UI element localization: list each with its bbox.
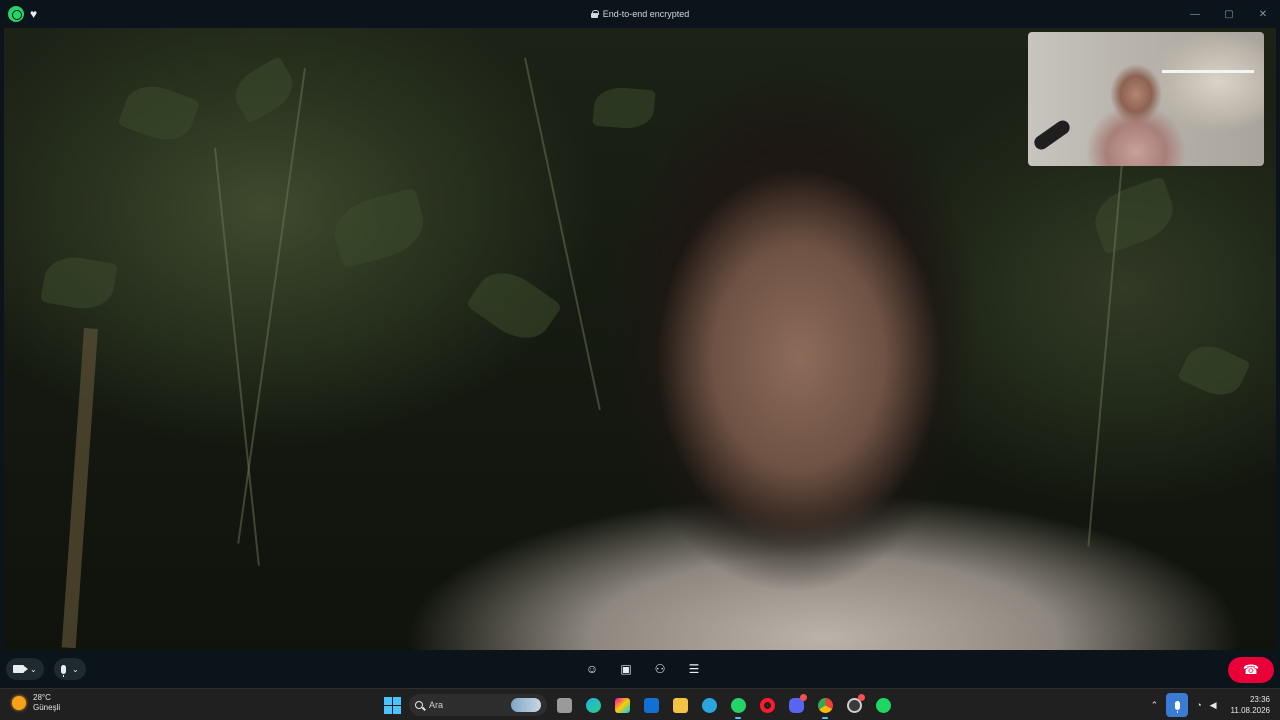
more-options-button[interactable]: ☰ <box>684 658 704 680</box>
settings-icon[interactable] <box>842 693 866 717</box>
camera-toggle-button[interactable] <box>13 658 28 680</box>
spotify-icon[interactable] <box>871 693 895 717</box>
chevron-up-icon[interactable]: ⌃ <box>1151 700 1159 711</box>
microphone-options-button[interactable]: ⌄ <box>72 658 79 680</box>
outlook-icon[interactable] <box>639 693 663 717</box>
encryption-status: End-to-end encrypted <box>0 0 1280 28</box>
remote-video <box>4 28 1276 650</box>
chevron-down-icon: ⌄ <box>72 664 79 674</box>
weather-condition: Güneşli <box>33 703 61 712</box>
camera-control-group: ⌄ <box>6 658 44 680</box>
end-call-button[interactable]: ☎ <box>1228 657 1274 683</box>
minimize-icon[interactable]: — <box>1178 0 1212 28</box>
speaker-icon[interactable]: ◀ <box>1210 700 1217 711</box>
edge-browser-icon[interactable] <box>581 693 605 717</box>
notification-badge <box>858 694 865 701</box>
encryption-label: End-to-end encrypted <box>602 9 690 19</box>
windows-taskbar: 28°C Güneşli Ara ⌃ ◔ ◀ 23:36 11.08.2026 <box>0 688 1280 720</box>
windows-start-button[interactable] <box>380 693 404 717</box>
folder-icon[interactable] <box>668 693 692 717</box>
raise-hand-icon: ☰ <box>688 662 700 676</box>
chevron-down-icon: ⌄ <box>30 664 37 674</box>
file-explorer-icon[interactable] <box>552 693 576 717</box>
podcast-mic <box>1031 117 1073 153</box>
clock[interactable]: 23:36 11.08.2026 <box>1231 694 1270 716</box>
microphone-icon <box>1174 700 1180 713</box>
notification-badge <box>800 694 807 701</box>
end-call-icon: ☎ <box>1242 662 1260 677</box>
weather-widget[interactable]: 28°C Güneşli <box>12 693 60 713</box>
search-icon <box>415 701 423 709</box>
search-highlight-image <box>511 698 541 712</box>
add-participant-button[interactable]: ⚇ <box>650 658 670 680</box>
microphone-control-group: ⌄ <box>54 658 86 680</box>
telegram-icon[interactable] <box>697 693 721 717</box>
microphone-icon <box>61 664 66 677</box>
heart-icon[interactable]: ♥ <box>30 8 37 20</box>
sun-icon <box>12 696 26 710</box>
close-icon[interactable]: ✕ <box>1246 0 1280 28</box>
weather-temperature: 28°C <box>33 693 51 702</box>
camera-options-button[interactable]: ⌄ <box>30 658 37 680</box>
add-participant-icon: ⚇ <box>654 662 666 676</box>
wifi-icon[interactable]: ◔ <box>1196 700 1201 710</box>
whatsapp-taskbar-icon[interactable] <box>726 693 750 719</box>
call-controls-bar: ⌄ ⌄ ☺ ▣ ⚇ ☰ ☎ <box>0 650 1280 688</box>
system-tray: ⌃ ◔ ◀ 23:36 11.08.2026 <box>1151 693 1270 717</box>
search-placeholder: Ara <box>429 700 444 710</box>
whatsapp-icon <box>8 6 24 22</box>
self-view-video[interactable] <box>1028 32 1264 166</box>
microphone-toggle-button[interactable] <box>61 658 66 680</box>
maximize-icon[interactable]: ▢ <box>1212 0 1246 28</box>
taskbar-apps: Ara <box>380 693 895 719</box>
emoji-icon: ☺ <box>585 662 599 676</box>
emoji-reaction-button[interactable]: ☺ <box>582 658 602 680</box>
chrome-icon[interactable] <box>813 693 837 719</box>
camera-icon <box>13 665 28 673</box>
clock-date: 11.08.2026 <box>1230 706 1270 715</box>
screen-share-icon: ▣ <box>620 662 632 676</box>
window-controls: — ▢ ✕ <box>1178 0 1280 28</box>
copilot-icon[interactable] <box>610 693 634 717</box>
lock-icon <box>590 10 599 18</box>
taskbar-search[interactable]: Ara <box>409 694 547 716</box>
clock-time: 23:36 <box>1249 695 1270 704</box>
opera-icon[interactable] <box>755 693 779 717</box>
discord-icon[interactable] <box>784 693 808 717</box>
screen-share-button[interactable]: ▣ <box>616 658 636 680</box>
title-bar: ♥ End-to-end encrypted — ▢ ✕ <box>0 0 1280 28</box>
microphone-in-use-indicator[interactable] <box>1166 693 1189 717</box>
call-actions: ☺ ▣ ⚇ ☰ <box>582 658 704 680</box>
